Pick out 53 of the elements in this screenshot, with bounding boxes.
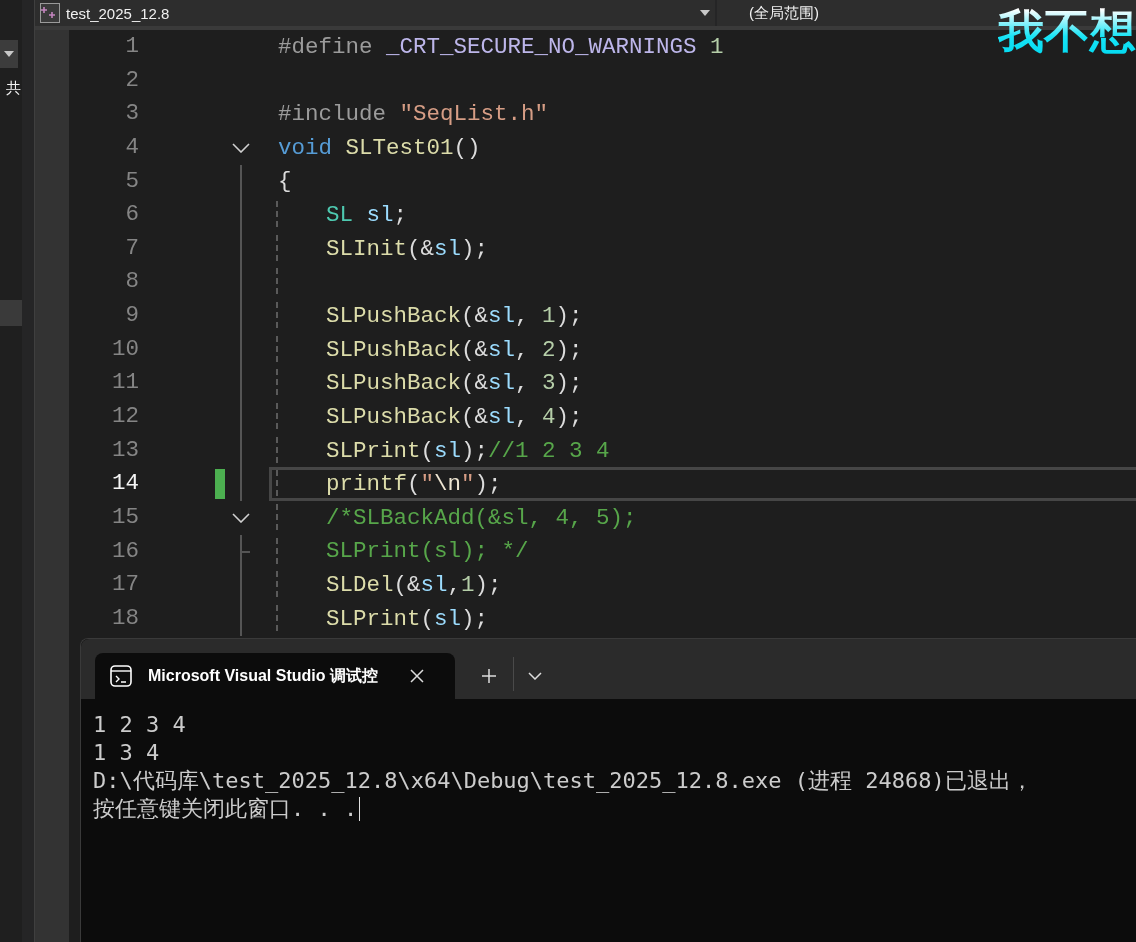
line-number: 15 [111, 502, 139, 532]
new-tab-icon[interactable] [481, 668, 497, 684]
line-number: 7 [124, 233, 139, 263]
collapse-chevron-icon[interactable] [232, 142, 250, 153]
code-line: SLPrint(sl); */ [326, 537, 529, 566]
terminal-output-line: 1 3 4 [93, 739, 160, 767]
line-number: 8 [124, 267, 139, 297]
code-line: #define _CRT_SECURE_NO_WARNINGS 1 [278, 32, 724, 61]
line-number: 16 [111, 536, 139, 566]
line-number: 2 [124, 65, 139, 95]
code-line: SLPushBack(&sl, 1); [326, 301, 583, 330]
line-number: 4 [124, 132, 139, 162]
code-line: SL sl; [326, 201, 408, 230]
line-number: 12 [111, 402, 139, 432]
caret-icon [4, 51, 14, 57]
code-line: SLPrint(sl); [326, 604, 489, 633]
terminal-tab[interactable]: Microsoft Visual Studio 调试控 [95, 653, 455, 699]
code-line: #include "SeqList.h" [278, 100, 549, 129]
collapse-chevron-icon[interactable] [232, 512, 250, 523]
line-number: 1 [124, 32, 139, 61]
chevron-down-icon[interactable] [528, 672, 542, 680]
code-line: printf("\n"); [326, 470, 502, 499]
line-number: 5 [124, 166, 139, 196]
code-line: SLPrint(sl);//1 2 3 4 [326, 436, 610, 465]
code-line: { [278, 167, 292, 196]
line-number: 11 [111, 368, 139, 398]
terminal-output-line: 1 2 3 4 [93, 711, 186, 739]
code-line: SLPushBack(&sl, 3); [326, 369, 583, 398]
line-number: 18 [111, 603, 139, 633]
terminal-icon [110, 665, 132, 687]
code-line: SLInit(&sl); [326, 234, 489, 263]
line-number: 10 [111, 334, 139, 364]
caret-icon [700, 10, 710, 16]
line-number: 14 [111, 469, 139, 499]
code-line: SLPushBack(&sl, 2); [326, 335, 583, 364]
code-line: void SLTest01() [278, 133, 481, 162]
code-line: SLDel(&sl,1); [326, 571, 502, 600]
panel-dropdown[interactable] [0, 40, 18, 68]
code-line: SLPushBack(&sl, 4); [326, 402, 583, 431]
panel-label: 共 [5, 78, 22, 98]
line-number: 6 [124, 200, 139, 230]
project-icon [40, 3, 60, 23]
line-number: 9 [124, 301, 139, 331]
terminal-output-line: 按任意键关闭此窗口. . . [93, 795, 358, 823]
tab-title: Microsoft Visual Studio 调试控 [148, 665, 379, 686]
line-number: 13 [111, 435, 139, 465]
list-row-highlight [0, 300, 22, 326]
line-number: 17 [111, 570, 139, 600]
line-number: 3 [124, 99, 139, 129]
terminal-output-line: D:\代码库\test_2025_12.8\x64\Debug\test_2025_12.8.exe (进程 24868)已退出， [93, 767, 1033, 795]
scope-dropdown[interactable]: (全局范围) [749, 0, 819, 26]
code-line: /*SLBackAdd(&sl, 4, 5); [326, 503, 637, 532]
close-icon[interactable] [410, 669, 424, 683]
